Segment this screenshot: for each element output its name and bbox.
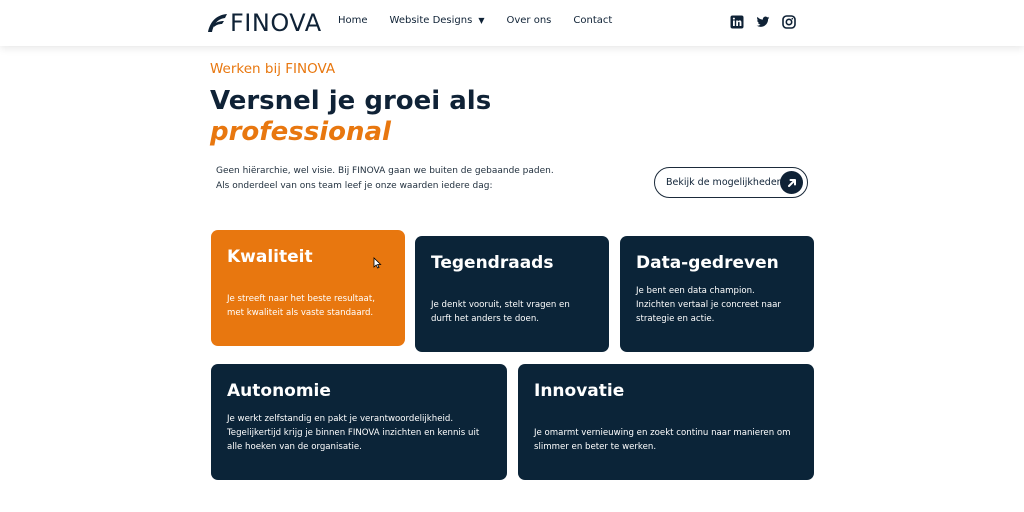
card-title: Data-gedreven (636, 253, 779, 273)
value-card-kwaliteit: Kwaliteit Je streeft naar het beste resu… (211, 230, 405, 346)
logo-wordmark: FINOVA (230, 9, 322, 37)
card-text: Je bent een data champion. Inzichten ver… (636, 284, 781, 326)
nav-item-label: Contact (573, 15, 613, 26)
finova-logo[interactable]: FINOVA (206, 9, 322, 37)
card-title: Kwaliteit (227, 247, 313, 267)
arrow-up-right-icon (780, 171, 803, 194)
nav-item-label: Home (338, 15, 368, 26)
twitter-icon[interactable] (756, 15, 770, 29)
card-text-line: alle hoeken van de organisatie. (227, 442, 362, 452)
card-text: Je denkt vooruit, stelt vragen en durft … (431, 298, 570, 326)
nav-item-over-ons[interactable]: Over ons (506, 15, 551, 26)
card-text-line: met kwaliteit als vaste standaard. (227, 308, 374, 318)
caret-down-icon: ▼ (478, 16, 485, 25)
nav-item-home[interactable]: Home (338, 15, 368, 26)
view-opportunities-button[interactable]: Bekijk de mogelijkheden (654, 167, 808, 198)
intro-line: Als onderdeel van ons team leef je onze … (216, 181, 493, 191)
linkedin-icon[interactable] (730, 15, 744, 29)
mouse-cursor-icon (373, 257, 382, 269)
card-text: Je streeft naar het beste resultaat, met… (227, 292, 375, 320)
card-text-line: durft het anders te doen. (431, 314, 540, 324)
value-card-innovatie: Innovatie Je omarmt vernieuwing en zoekt… (518, 364, 814, 480)
site-header: FINOVA Home Website Designs ▼ Over ons C… (0, 0, 1024, 46)
card-text-line: Je omarmt vernieuwing en zoekt continu n… (534, 428, 791, 438)
card-text-line: Je denkt vooruit, stelt vragen en (431, 300, 570, 310)
social-links (730, 15, 796, 29)
section-eyebrow: Werken bij FINOVA (210, 61, 336, 77)
intro-text: Geen hiërarchie, wel visie. Bij FINOVA g… (216, 164, 554, 194)
card-text: Je werkt zelfstandig en pakt je verantwo… (227, 412, 479, 454)
value-card-tegendraads: Tegendraads Je denkt vooruit, stelt vrag… (415, 236, 609, 352)
card-text-line: Inzichten vertaal je concreet naar (636, 300, 781, 310)
finova-logo-icon (208, 14, 227, 32)
value-card-autonomie: Autonomie Je werkt zelfstandig en pakt j… (211, 364, 507, 480)
value-card-data-gedreven: Data-gedreven Je bent een data champion.… (620, 236, 814, 352)
nav-item-label: Website Designs (389, 15, 473, 26)
card-text-line: strategie en actie. (636, 314, 715, 324)
card-title: Innovatie (534, 381, 625, 401)
card-text-line: Je werkt zelfstandig en pakt je verantwo… (227, 414, 454, 424)
intro-line: Geen hiërarchie, wel visie. Bij FINOVA g… (216, 166, 554, 176)
card-text-line: Tegelijkertijd krijg je binnen FINOVA in… (227, 428, 480, 438)
card-title: Autonomie (227, 381, 331, 401)
page-title: Versnel je groei als (210, 86, 492, 116)
main-nav: Home Website Designs ▼ Over ons Contact (338, 15, 612, 26)
nav-item-label: Over ons (506, 15, 552, 26)
card-title: Tegendraads (431, 253, 554, 273)
instagram-icon[interactable] (782, 15, 796, 29)
card-text: Je omarmt vernieuwing en zoekt continu n… (534, 426, 791, 454)
card-text-line: Je streeft naar het beste resultaat, (227, 294, 375, 304)
button-label: Bekijk de mogelijkheden (666, 177, 783, 188)
nav-item-website-designs[interactable]: Website Designs ▼ (390, 15, 485, 26)
card-text-line: Je bent een data champion. (636, 286, 755, 296)
page-title-accent: professional (210, 117, 391, 147)
card-text-line: slimmer en beter te werken. (534, 442, 657, 452)
nav-item-contact[interactable]: Contact (573, 15, 612, 26)
